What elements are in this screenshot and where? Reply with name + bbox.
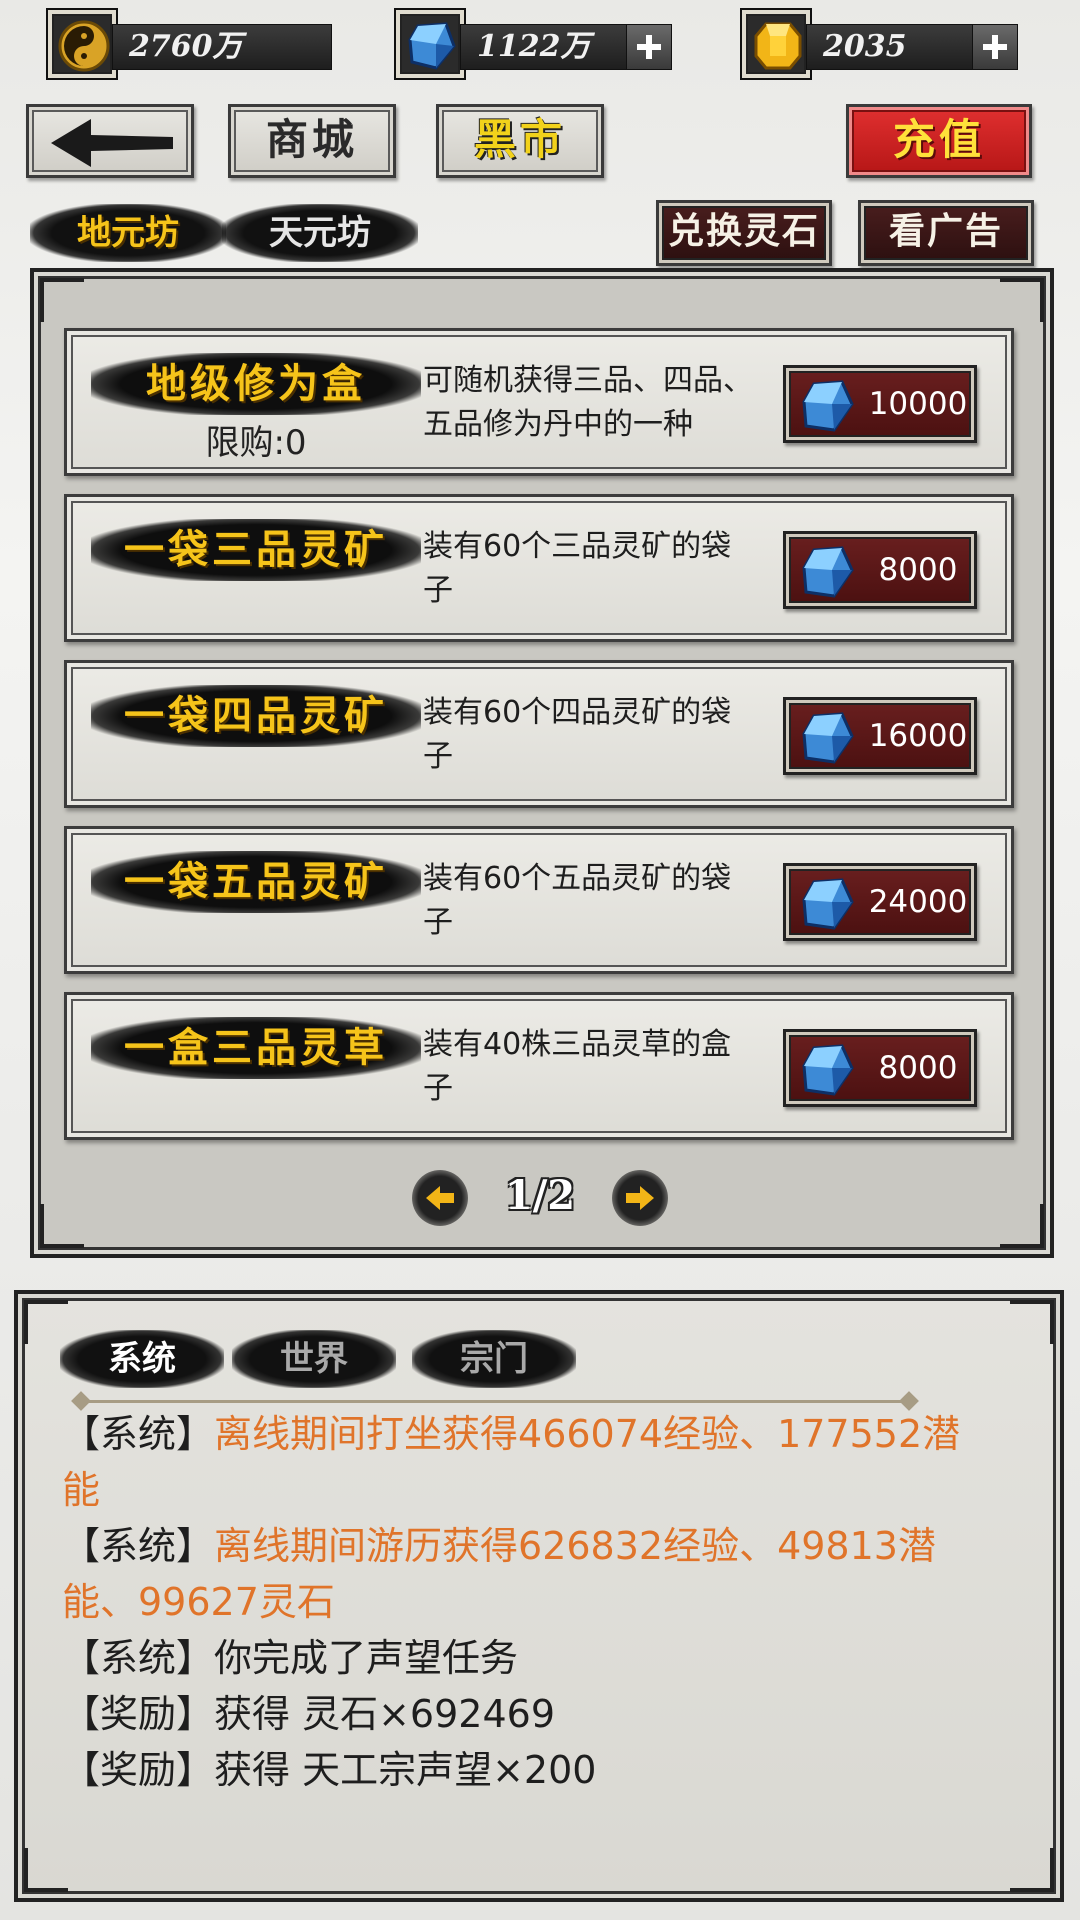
watch-ad-button[interactable]: 看广告(3) <box>858 200 1034 308</box>
buy-button[interactable]: 8000 <box>783 531 977 609</box>
chat-message: 【系统】离线期间打坐获得466074经验、177552潜 能 <box>62 1406 1002 1518</box>
buy-button[interactable]: 16000 <box>783 697 977 775</box>
prev-page-button[interactable] <box>412 1170 468 1226</box>
black-market-button[interactable]: 黑市 <box>436 104 604 178</box>
chat-message: 【奖励】获得 天工宗声望×200 <box>62 1742 1002 1798</box>
page-indicator: 1/2 <box>504 1172 576 1219</box>
gold-value-text: 2035 <box>823 29 907 64</box>
gem-value-text: 1122万 <box>477 29 591 64</box>
corner-ornament <box>40 278 84 322</box>
tab-di-yuan-fang[interactable]: 地元坊 <box>30 204 226 262</box>
blue-spirit-stone-icon <box>802 1044 854 1096</box>
shop-item: 一袋五品灵矿 装有60个五品灵矿的袋子 24000 <box>64 826 1014 974</box>
next-page-button[interactable] <box>612 1170 668 1226</box>
message-text: 获得 灵石×692469 <box>214 1692 555 1736</box>
item-description: 装有60个三品灵矿的袋子 <box>423 529 732 608</box>
gem-counter: 1122万 <box>394 8 674 80</box>
item-description: 可随机获得三品、四品、五品修为丹中的一种 <box>423 363 753 442</box>
buy-button[interactable]: 10000 <box>783 365 977 443</box>
coin-counter: 2760万 <box>46 8 332 80</box>
blue-spirit-stone-icon <box>802 878 854 930</box>
item-price: 8000 <box>878 552 958 588</box>
yin-yang-coin-icon <box>46 8 118 80</box>
corner-ornament <box>1010 1848 1054 1892</box>
item-name: 一袋三品灵矿 <box>91 519 421 581</box>
item-name: 一袋四品灵矿 <box>91 685 421 747</box>
message-text-cont: 能 <box>62 1468 101 1512</box>
chat-message: 【奖励】获得 灵石×692469 <box>62 1686 1002 1742</box>
chat-divider <box>82 1400 908 1403</box>
corner-ornament <box>40 1204 84 1248</box>
chat-tab-world[interactable]: 世界 <box>232 1330 396 1388</box>
shop-item: 地级修为盒 限购:0 可随机获得三品、四品、五品修为丹中的一种 10000 <box>64 328 1014 476</box>
right-arrow-icon <box>626 1186 654 1210</box>
message-prefix: 【系统】 <box>62 1412 215 1456</box>
blue-spirit-stone-icon <box>802 546 854 598</box>
chat-tab-system[interactable]: 系统 <box>60 1330 224 1388</box>
chat-tab-sect[interactable]: 宗门 <box>412 1330 576 1388</box>
blue-spirit-stone-icon <box>394 8 466 80</box>
gold-ingot-icon <box>740 8 812 80</box>
blue-spirit-stone-icon <box>802 380 854 432</box>
buy-button[interactable]: 8000 <box>783 1029 977 1107</box>
add-gems-button[interactable] <box>626 25 671 69</box>
recharge-button[interactable]: 充值 <box>846 104 1032 178</box>
left-arrow-icon <box>426 1186 454 1210</box>
shop-button[interactable]: 商城 <box>228 104 396 178</box>
corner-ornament <box>24 1848 68 1892</box>
message-text: 离线期间游历获得626832经验、49813潜 <box>214 1524 936 1568</box>
message-prefix: 【奖励】 <box>62 1748 215 1792</box>
message-text-cont: 能、99627灵石 <box>62 1580 335 1624</box>
chat-message: 【系统】离线期间游历获得626832经验、49813潜 能、99627灵石 <box>62 1518 1002 1630</box>
add-gold-button[interactable] <box>972 25 1017 69</box>
shop-item: 一袋四品灵矿 装有60个四品灵矿的袋子 16000 <box>64 660 1014 808</box>
shop-item: 一袋三品灵矿 装有60个三品灵矿的袋子 8000 <box>64 494 1014 642</box>
blue-spirit-stone-icon <box>802 712 854 764</box>
message-text: 你完成了声望任务 <box>214 1636 519 1680</box>
item-price: 24000 <box>868 884 968 920</box>
corner-ornament <box>1000 1204 1044 1248</box>
message-text: 获得 天工宗声望×200 <box>214 1748 597 1792</box>
chat-message: 【系统】你完成了声望任务 <box>62 1630 1002 1686</box>
item-description: 装有60个五品灵矿的袋子 <box>423 861 732 940</box>
message-prefix: 【系统】 <box>62 1524 215 1568</box>
message-text: 离线期间打坐获得466074经验、177552潜 <box>214 1412 961 1456</box>
item-name: 一袋五品灵矿 <box>91 851 421 913</box>
gold-counter: 2035 <box>740 8 1020 80</box>
item-description: 装有60个四品灵矿的袋子 <box>423 695 732 774</box>
item-price: 8000 <box>878 1050 958 1086</box>
message-prefix: 【系统】 <box>62 1636 215 1680</box>
gold-value: 2035 <box>806 24 1018 70</box>
purchase-limit: 限购:0 <box>205 423 307 463</box>
gem-value: 1122万 <box>460 24 672 70</box>
corner-ornament <box>1010 1300 1054 1344</box>
item-price: 10000 <box>868 386 968 422</box>
corner-ornament <box>1000 278 1044 322</box>
item-name: 一盒三品灵草 <box>91 1017 421 1079</box>
back-button[interactable] <box>26 104 194 178</box>
message-prefix: 【奖励】 <box>62 1692 215 1736</box>
buy-button[interactable]: 24000 <box>783 863 977 941</box>
item-price: 16000 <box>868 718 968 754</box>
back-arrow-icon <box>51 119 173 167</box>
shop-item: 一盒三品灵草 装有40株三品灵草的盒子 8000 <box>64 992 1014 1140</box>
item-description: 装有40株三品灵草的盒子 <box>423 1027 732 1106</box>
tab-tian-yuan-fang[interactable]: 天元坊 <box>222 204 418 262</box>
exchange-spirit-stone-button[interactable]: 兑换灵石 <box>656 200 832 266</box>
coin-value: 2760万 <box>112 24 332 70</box>
item-name: 地级修为盒 <box>91 353 421 415</box>
